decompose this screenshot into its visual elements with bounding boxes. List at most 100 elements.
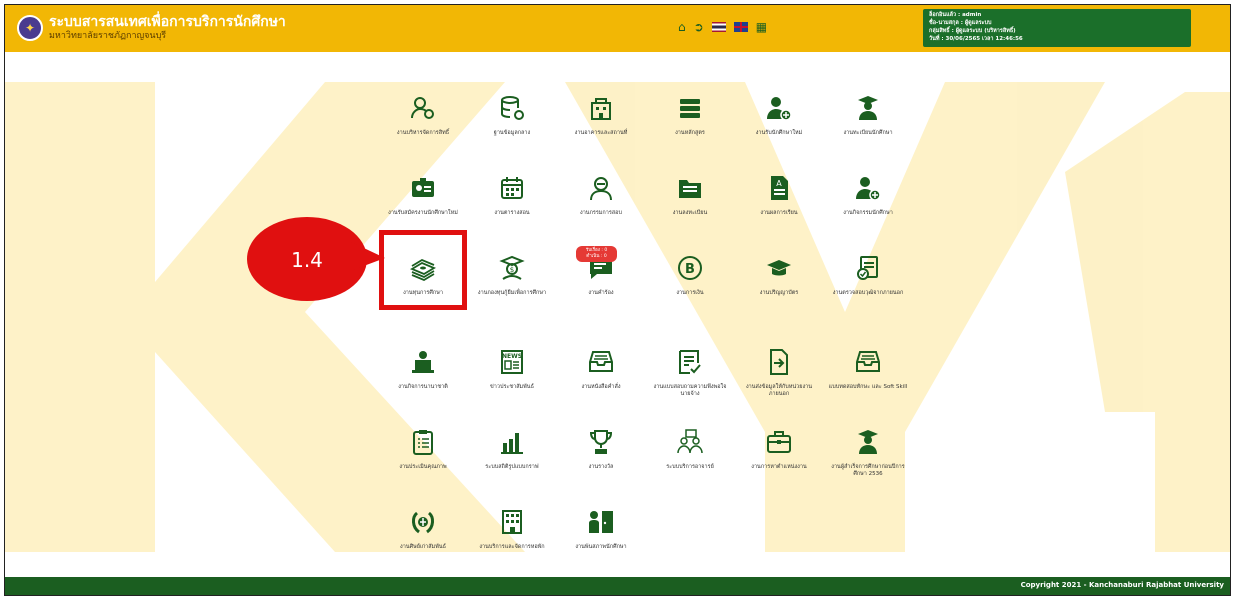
menu-tile[interactable]: งานผู้สำเร็จการศึกษาก่อนปีการศึกษา 2536 [824, 423, 912, 503]
menu-tile-label: งานบริหารจัดการสิทธิ์ [396, 130, 450, 136]
app-window: ✦ ระบบสารสนเทศเพื่อการบริการนักศึกษา มหา… [4, 4, 1231, 596]
checklist-icon [824, 249, 912, 287]
export-icon [735, 343, 823, 381]
building-icon [557, 89, 645, 127]
menu-tile[interactable]: งานกิจกรรมนักศึกษา [824, 169, 912, 249]
menu-tile-label: งานการเงิน [676, 290, 704, 296]
briefcase-icon [735, 423, 823, 461]
menu-tile-label: งานบริการและจัดการหอพัก [479, 544, 545, 550]
logout-icon[interactable]: ➲ [694, 20, 704, 34]
svg-text:NEWS: NEWS [502, 353, 522, 360]
menu-tile[interactable]: งานกรรมการสอบ [557, 169, 645, 249]
menu-tile[interactable]: งานส่งข้อมูลให้กับหน่วยงานภายนอก [735, 343, 823, 423]
menu-tile[interactable]: แบบทดสอบทักษะ และ Soft Skill [824, 343, 912, 423]
menu-tile[interactable]: งานบริการและจัดการหอพัก [468, 503, 556, 583]
menu-tile[interactable]: งานกิจการนานาชาติ [379, 343, 467, 423]
menu-tile-label: งานประเมินคุณภาพ [399, 464, 447, 470]
users-gear-icon [379, 89, 467, 127]
user-group: กลุ่มสิทธิ์ : ผู้ดูแลระบบ (บริหารสิทธิ์) [929, 28, 1016, 34]
menu-tile-label: งานกองทุนกู้ยืมเพื่อการศึกษา [477, 290, 547, 296]
request-badge: รับเรื่อง : 0 ดำเนิน : 0 [576, 246, 617, 262]
survey-icon [646, 343, 734, 381]
menu-tile-label: งานตารางสอน [494, 210, 530, 216]
menu-tile[interactable]: งานรับนักศึกษาใหม่ [735, 89, 823, 169]
user-info-box: ล็อกอินแล้ว : admin ชื่อ-นามสกุล : ผู้ดู… [923, 9, 1191, 47]
menu-tile-label: งานตรวจสอบวุฒิจากภายนอก [832, 290, 904, 296]
menu-tile[interactable]: งานหนังสือคำสั่ง [557, 343, 645, 423]
menu-tile[interactable]: ระบบบริการอาจารย์ [646, 423, 734, 503]
svg-text:B: B [685, 262, 695, 277]
menu-tile[interactable]: งานประเมินคุณภาพ [379, 423, 467, 503]
graduate-icon [824, 89, 912, 127]
menu-tile[interactable]: งานอาคารและสถานที่ [557, 89, 645, 169]
menu-tile-label: งานรับนักศึกษาใหม่ [755, 130, 803, 136]
baht-icon: B [646, 249, 734, 287]
exit-door-icon [557, 503, 645, 541]
menu-tile[interactable]: $ งานกองทุนกู้ยืมเพื่อการศึกษา [468, 249, 556, 329]
copyright-text: Copyright 2021 - Kanchanaburi Rajabhat U… [1020, 581, 1224, 589]
menu-tile-label: แบบทดสอบทักษะ และ Soft Skill [828, 384, 908, 390]
calendar-icon [468, 169, 556, 207]
uk-flag-icon[interactable] [733, 22, 748, 32]
calendar-icon[interactable]: ▦ [756, 20, 767, 34]
header-icons: ⌂ ➲ ▦ [678, 20, 767, 34]
menu-tile-label: งานอาคารและสถานที่ [574, 130, 628, 136]
news-icon: NEWS [468, 343, 556, 381]
menu-tile[interactable]: งานตารางสอน [468, 169, 556, 249]
menu-tile-label: งานทะเบียนนักศึกษา [843, 130, 893, 136]
app-title: ระบบสารสนเทศเพื่อการบริการนักศึกษา [49, 14, 286, 30]
menu-tile-label: งานผลการเรียน [760, 210, 798, 216]
menu-tile[interactable]: งานรางวัล [557, 423, 645, 503]
folder-icon [646, 169, 734, 207]
menu-tile-label: งานรางวัล [588, 464, 614, 470]
trophy-icon [557, 423, 645, 461]
inbox-icon [557, 343, 645, 381]
menu-tile[interactable]: ระบบสถิติรูปแบบกราฟ [468, 423, 556, 503]
graduate-icon [824, 423, 912, 461]
thai-flag-icon[interactable] [711, 22, 726, 32]
menu-tile[interactable]: งานพ้นสภาพนักศึกษา [557, 503, 645, 583]
laurel-icon [379, 503, 467, 541]
menu-tile[interactable]: งานปริญญาบัตร [735, 249, 823, 329]
meeting-icon [646, 423, 734, 461]
laptop-user-icon [379, 343, 467, 381]
menu-tile-label: งานผู้สำเร็จการศึกษาก่อนปีการศึกษา 2536 [831, 464, 905, 477]
teacher-icon [557, 169, 645, 207]
svg-text:$: $ [510, 266, 514, 274]
menu-tile[interactable]: B งานการเงิน [646, 249, 734, 329]
user-datetime: วันที่ : 30/06/2565 เวลา 12:46:56 [929, 36, 1023, 42]
menu-tile[interactable]: NEWS ข่าวประชาสัมพันธ์ [468, 343, 556, 423]
menu-tile-label: งานปริญญาบัตร [759, 290, 799, 296]
menu-tile[interactable]: งานการหาตำแหน่งงาน [735, 423, 823, 503]
menu-tile[interactable]: งานทะเบียนนักศึกษา [824, 89, 912, 169]
user-login: ล็อกอินแล้ว : admin [929, 12, 982, 18]
footer: Copyright 2021 - Kanchanaburi Rajabhat U… [5, 577, 1230, 595]
callout-label: 1.4 [291, 248, 323, 272]
user-plus-icon [735, 89, 823, 127]
menu-tile-label: งานการหาตำแหน่งงาน [751, 464, 807, 470]
dormitory-icon [468, 503, 556, 541]
highlight-box [379, 230, 467, 310]
menu-tile[interactable]: A งานผลการเรียน [735, 169, 823, 249]
menu-tile-label: งานกิจการนานาชาติ [398, 384, 448, 390]
menu-tile-label: งานรับสมัครงานนักศึกษาใหม่ [388, 210, 458, 216]
menu-tile-label: ระบบบริการอาจารย์ [666, 464, 714, 470]
id-card-icon [379, 169, 467, 207]
clipboard-icon [379, 423, 467, 461]
database-gear-icon [468, 89, 556, 127]
mortarboard-icon [735, 249, 823, 287]
menu-tile[interactable]: งานลงทะเบียน [646, 169, 734, 249]
menu-tile[interactable]: ฐานข้อมูลกลาง [468, 89, 556, 169]
menu-tile-label: งานลงทะเบียน [672, 210, 708, 216]
menu-tile-label: งานแบบสอบถามความพึงพอใจนายจ้าง [653, 384, 727, 397]
menu-tile[interactable]: งานแบบสอบถามความพึงพอใจนายจ้าง [646, 343, 734, 423]
menu-tile-label: งานหนังสือคำสั่ง [581, 384, 621, 390]
home-icon[interactable]: ⌂ [678, 20, 686, 34]
menu-tile-label: งานกิจกรรมนักศึกษา [843, 210, 893, 216]
menu-tile-label: งานกรรมการสอบ [580, 210, 622, 216]
menu-tile[interactable]: งานหลักสูตร [646, 89, 734, 169]
menu-tile[interactable]: งานบริหารจัดการสิทธิ์ [379, 89, 467, 169]
app-title-block: ระบบสารสนเทศเพื่อการบริการนักศึกษา มหาวิ… [49, 14, 286, 42]
menu-tile[interactable]: งานศิษย์เก่าสัมพันธ์ [379, 503, 467, 583]
menu-tile[interactable]: งานตรวจสอบวุฒิจากภายนอก [824, 249, 912, 329]
